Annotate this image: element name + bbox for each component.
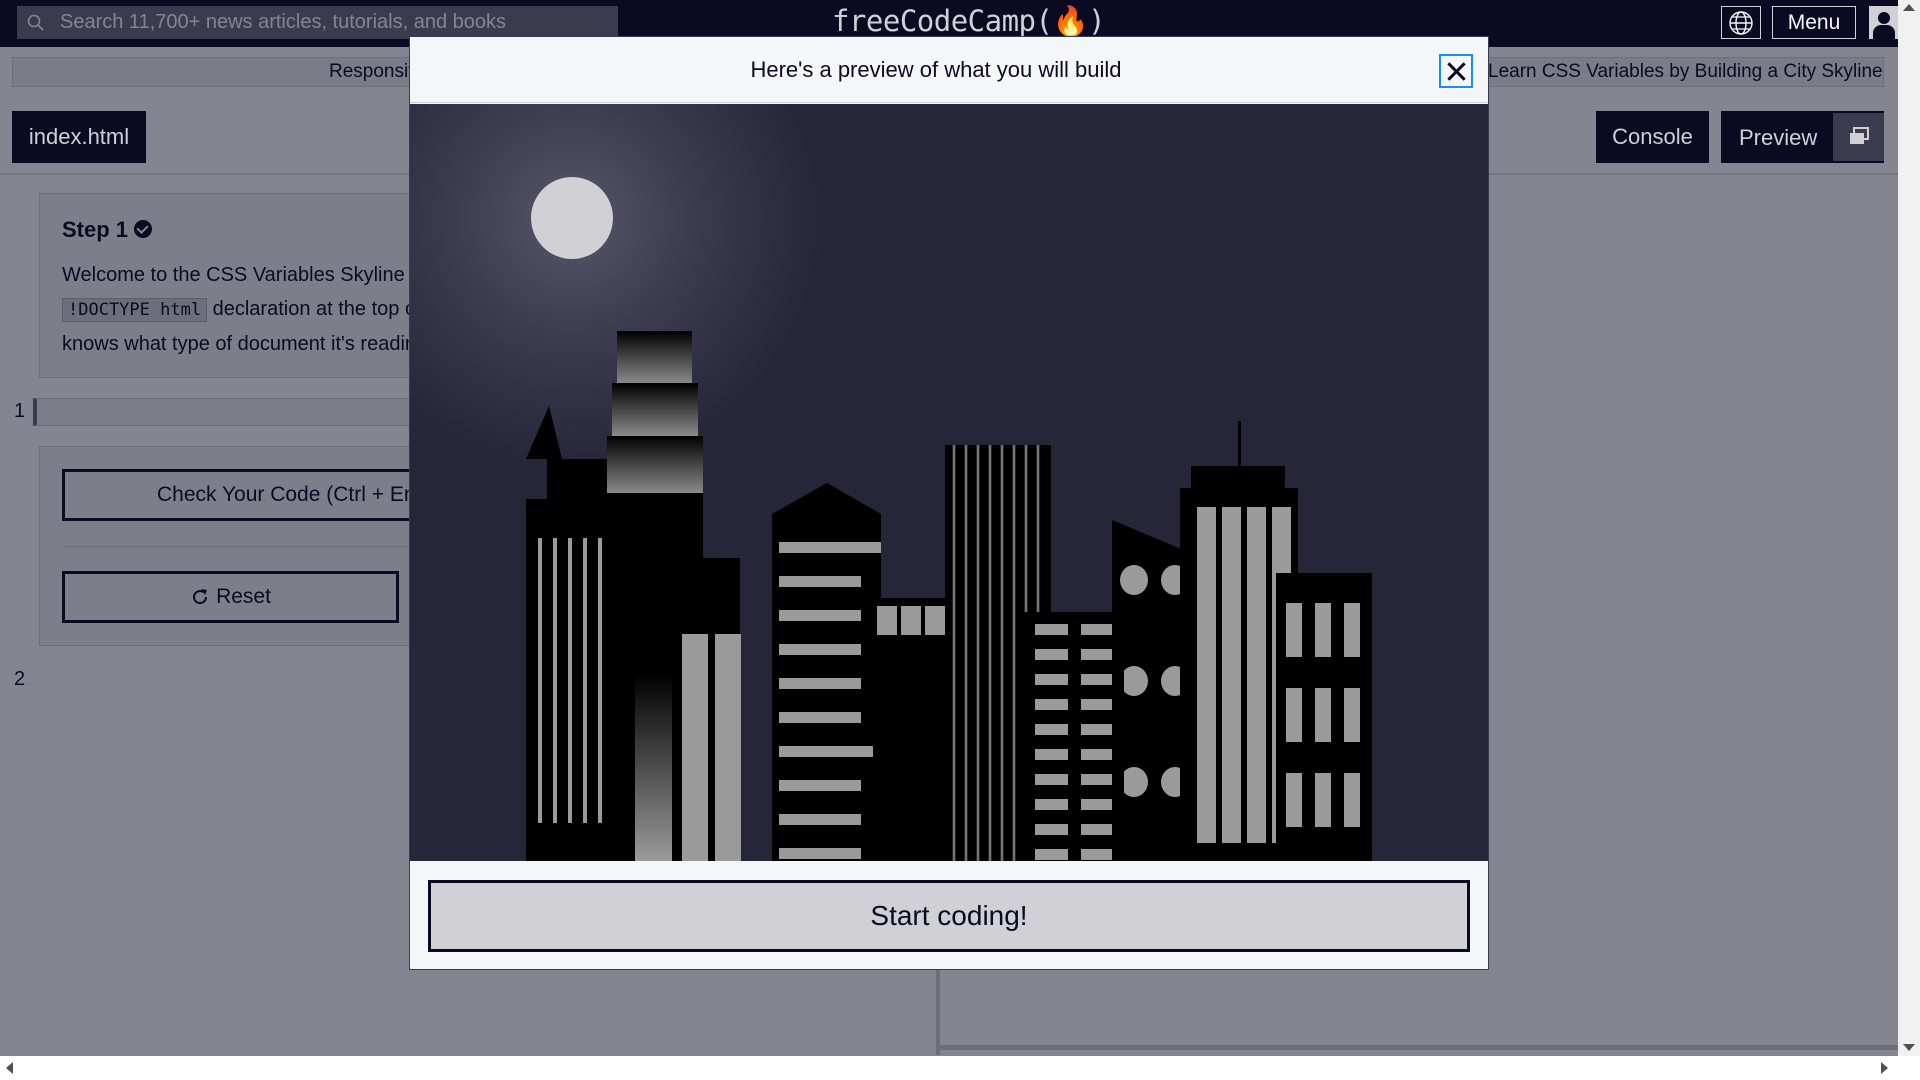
pane-resize-bar[interactable] xyxy=(940,1045,1902,1055)
freecodecamp-logo[interactable]: freeCodeCamp(🔥) xyxy=(832,4,1106,39)
search-icon xyxy=(27,14,44,31)
search-input[interactable] xyxy=(60,7,610,38)
line-number: 2 xyxy=(14,668,26,690)
reset-label: Reset xyxy=(216,585,271,608)
menu-button[interactable]: Menu xyxy=(1772,6,1856,39)
step-title: Step 1 xyxy=(62,217,153,243)
line-number: 1 xyxy=(14,400,26,422)
external-window-icon xyxy=(1849,127,1869,144)
moon xyxy=(531,177,613,259)
building-right-block xyxy=(1276,573,1372,861)
avatar-body xyxy=(1873,25,1895,39)
search-bar[interactable] xyxy=(17,6,618,39)
close-button[interactable] xyxy=(1439,54,1473,88)
modal-header: Here's a preview of what you will build xyxy=(410,37,1488,103)
scroll-up-arrow-icon[interactable] xyxy=(1898,0,1920,16)
skyline-preview-image xyxy=(410,104,1488,861)
globe-icon xyxy=(1729,10,1753,35)
scroll-left-arrow-icon[interactable] xyxy=(2,1056,18,1080)
modal-title: Here's a preview of what you will build xyxy=(750,57,1122,82)
building-striped xyxy=(672,558,741,861)
user-avatar[interactable] xyxy=(1869,6,1899,39)
code-snippet: !DOCTYPE html xyxy=(62,298,208,322)
check-circle-icon xyxy=(134,220,153,239)
language-button[interactable] xyxy=(1721,6,1761,39)
preview-modal: Here's a preview of what you will build xyxy=(409,36,1489,970)
avatar-head xyxy=(1878,12,1890,24)
preview-button[interactable]: Preview xyxy=(1721,111,1884,163)
breadcrumb-project[interactable]: Learn CSS Variables by Building a City S… xyxy=(1488,61,1883,83)
tab-index-html[interactable]: index.html xyxy=(12,111,146,163)
scroll-down-arrow-icon[interactable] xyxy=(1898,1040,1920,1056)
reset-icon xyxy=(193,589,208,605)
building-horizontal-stripes xyxy=(772,483,881,861)
popout-preview-button[interactable] xyxy=(1833,113,1884,161)
scroll-right-arrow-icon[interactable] xyxy=(1876,1056,1892,1080)
preview-label: Preview xyxy=(1739,125,1818,150)
horizontal-scrollbar[interactable] xyxy=(0,1056,1920,1080)
start-coding-button[interactable]: Start coding! xyxy=(428,880,1470,952)
close-icon xyxy=(1446,61,1466,81)
vertical-scrollbar[interactable] xyxy=(1898,0,1920,1056)
code-editor-line[interactable] xyxy=(33,398,453,426)
step-title-text: Step 1 xyxy=(62,217,129,242)
city-skyline-illustration xyxy=(410,104,1488,861)
console-button[interactable]: Console xyxy=(1596,111,1709,163)
reset-button[interactable]: Reset xyxy=(62,571,399,623)
